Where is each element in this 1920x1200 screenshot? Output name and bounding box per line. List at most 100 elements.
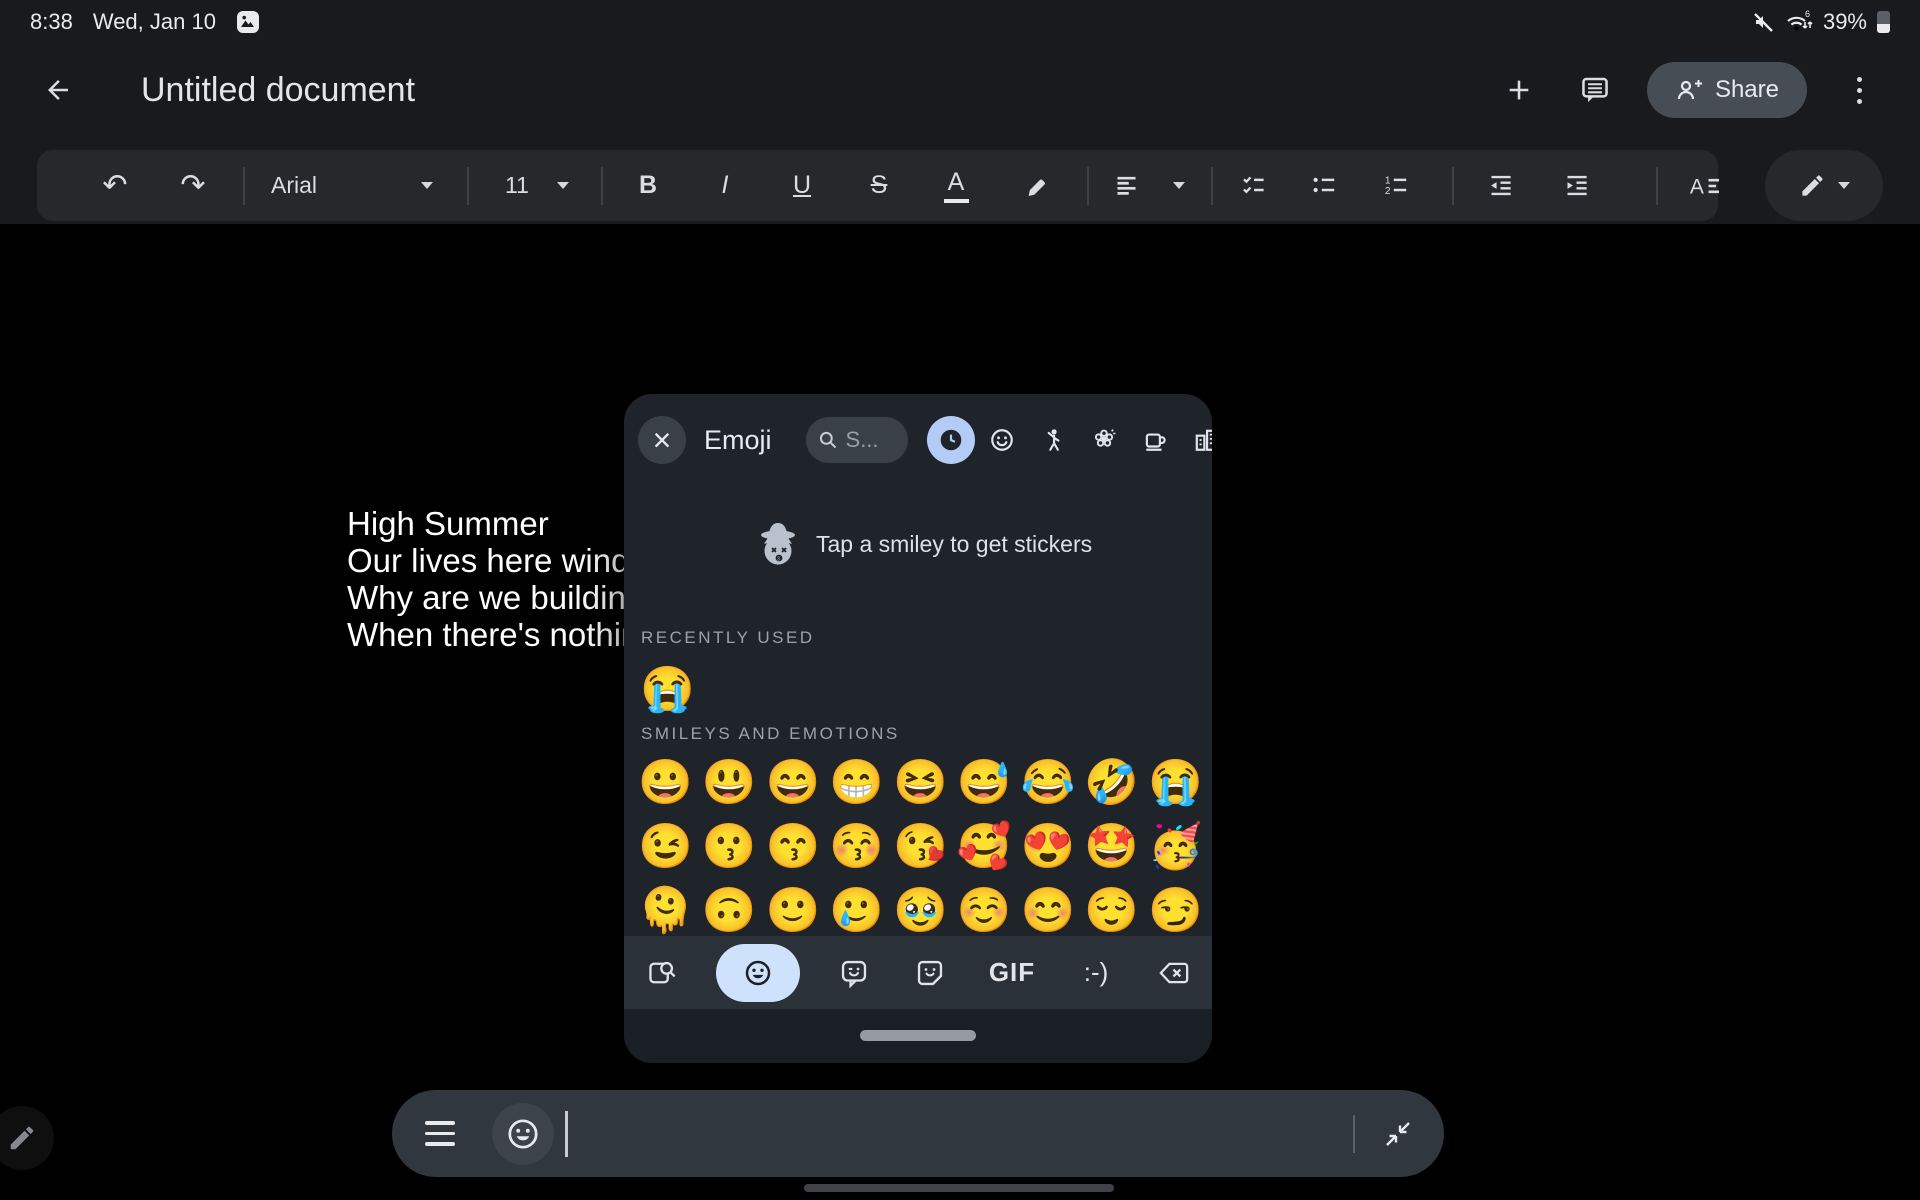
- back-button[interactable]: [34, 66, 82, 114]
- arrow-back-icon: [43, 75, 73, 105]
- indent-icon: [1563, 172, 1590, 199]
- text-color-letter: A: [948, 168, 965, 197]
- svg-text:2: 2: [1384, 186, 1390, 197]
- emoji-search-input[interactable]: S...: [806, 417, 908, 463]
- collapse-keyboard-button[interactable]: [1382, 1118, 1414, 1150]
- emoji-button[interactable]: 🙂: [766, 879, 816, 943]
- emoji-button[interactable]: 😭: [640, 658, 692, 722]
- emoji-button[interactable]: 😅: [957, 751, 1007, 815]
- outdent-button[interactable]: [1472, 158, 1528, 214]
- category-food[interactable]: [1130, 416, 1181, 464]
- category-people[interactable]: [1028, 416, 1079, 464]
- emoji-button[interactable]: 😃: [702, 751, 752, 815]
- indent-button[interactable]: [1548, 158, 1604, 214]
- underline-button[interactable]: U: [774, 158, 830, 214]
- share-button[interactable]: Share: [1647, 62, 1807, 118]
- emoji-button[interactable]: 😀: [638, 751, 688, 815]
- text-format-button[interactable]: A: [1673, 158, 1737, 214]
- emoji-kitchen-tab[interactable]: [908, 945, 952, 1001]
- emoji-panel-title: Emoji: [704, 425, 772, 456]
- sticker-bubble-icon: [839, 958, 869, 988]
- close-button[interactable]: ×: [638, 416, 686, 464]
- keyboard-toolbar[interactable]: [392, 1090, 1444, 1177]
- strikethrough-button[interactable]: S: [851, 158, 907, 214]
- backspace-icon: [1158, 958, 1190, 988]
- status-time: 8:38: [30, 9, 73, 35]
- redo-button[interactable]: ↷: [165, 158, 221, 214]
- flower-icon: [1091, 427, 1117, 453]
- italic-button[interactable]: I: [697, 158, 753, 214]
- edit-mode-dropdown[interactable]: [1765, 150, 1883, 221]
- emoji-button[interactable]: 🥳: [1148, 815, 1198, 879]
- gif-tab[interactable]: GIF: [984, 945, 1040, 1001]
- formatting-toolbar: ↶ ↷ Arial 11 B I U S A: [37, 150, 1718, 221]
- overflow-menu-button[interactable]: [1835, 66, 1883, 114]
- kaomoji-tab[interactable]: :-): [1072, 945, 1120, 1001]
- navigation-gesture-bar[interactable]: [804, 1184, 1114, 1192]
- category-smileys[interactable]: [977, 416, 1028, 464]
- emoji-button[interactable]: 🤣: [1084, 751, 1134, 815]
- backspace-button[interactable]: [1152, 945, 1196, 1001]
- text-color-bar: [944, 199, 969, 203]
- emoji-button[interactable]: 😉: [638, 815, 688, 879]
- sticker-hint-row[interactable]: 3 Tap a smiley to get stickers: [624, 514, 1212, 574]
- highlighter-icon: [1024, 172, 1052, 200]
- category-nature[interactable]: [1079, 416, 1130, 464]
- add-button[interactable]: [1495, 66, 1543, 114]
- emoji-button[interactable]: 😊: [1021, 879, 1071, 943]
- emoji-button[interactable]: 😍: [1021, 815, 1071, 879]
- kebab-icon: [1847, 77, 1871, 104]
- emoji-button[interactable]: 😏: [1148, 879, 1198, 943]
- category-recent[interactable]: [926, 416, 977, 464]
- emoji-button[interactable]: 😗: [702, 815, 752, 879]
- emoji-button[interactable]: 🥲: [829, 879, 879, 943]
- emoji-categories: [926, 416, 1212, 464]
- emoji-button[interactable]: 🙃: [702, 879, 752, 943]
- battery-icon: [1877, 11, 1890, 33]
- svg-text:1: 1: [1384, 175, 1390, 186]
- undo-button[interactable]: ↶: [87, 158, 143, 214]
- emoji-button[interactable]: 🤩: [1084, 815, 1134, 879]
- emoji-button[interactable]: 🥰: [957, 815, 1007, 879]
- font-family-dropdown[interactable]: Arial: [257, 172, 447, 199]
- emoji-panel-bottom-bar: GIF :-): [624, 936, 1212, 1009]
- pencil-icon: [7, 1123, 37, 1153]
- smiley-icon: [989, 427, 1015, 453]
- emoji-button[interactable]: ☺️: [957, 879, 1007, 943]
- align-dropdown[interactable]: [1113, 172, 1185, 199]
- document-title[interactable]: Untitled document: [141, 71, 415, 110]
- emoji-button[interactable]: 🫠: [638, 879, 688, 943]
- mute-icon: [1751, 10, 1775, 34]
- comments-button[interactable]: [1571, 66, 1619, 114]
- menu-button[interactable]: [425, 1121, 455, 1146]
- emoji-button[interactable]: 😁: [829, 751, 879, 815]
- emoji-button[interactable]: 😚: [829, 815, 879, 879]
- bulleted-list-button[interactable]: [1295, 158, 1351, 214]
- emoji-button[interactable]: 😄: [766, 751, 816, 815]
- bulleted-list-icon: [1310, 172, 1337, 199]
- emoji-button[interactable]: 😂: [1021, 751, 1071, 815]
- emoji-button[interactable]: 😘: [893, 815, 943, 879]
- align-left-icon: [1113, 172, 1140, 199]
- highlight-color-button[interactable]: [1010, 158, 1066, 214]
- numbered-list-button[interactable]: 12: [1367, 158, 1423, 214]
- stickers-tab[interactable]: [832, 945, 876, 1001]
- chevron-down-icon: [557, 182, 569, 189]
- emoji-button[interactable]: 😭: [1148, 751, 1198, 815]
- person-waving-icon: [1040, 427, 1066, 453]
- status-bar: 8:38 Wed, Jan 10 6 39%: [0, 0, 1920, 44]
- emoji-button[interactable]: 😆: [893, 751, 943, 815]
- emoji-keyboard-button[interactable]: [492, 1103, 554, 1165]
- emoji-grid: 😀 😃 😄 😁 😆 😅 😂 🤣 😭 😉 😗 😙 😚 😘 🥰 😍 🤩: [624, 751, 1212, 943]
- category-places[interactable]: [1181, 416, 1212, 464]
- font-size-dropdown[interactable]: 11: [491, 172, 581, 199]
- text-color-button[interactable]: A: [928, 158, 984, 214]
- bold-button[interactable]: B: [620, 158, 676, 214]
- emoji-button[interactable]: 😙: [766, 815, 816, 879]
- panel-drag-handle[interactable]: [860, 1030, 976, 1041]
- sticker-search-button[interactable]: [640, 945, 684, 1001]
- emoji-button[interactable]: 😌: [1084, 879, 1134, 943]
- emoji-button[interactable]: 🥹: [893, 879, 943, 943]
- checklist-button[interactable]: [1225, 158, 1281, 214]
- emoji-tab-selected[interactable]: [716, 944, 800, 1002]
